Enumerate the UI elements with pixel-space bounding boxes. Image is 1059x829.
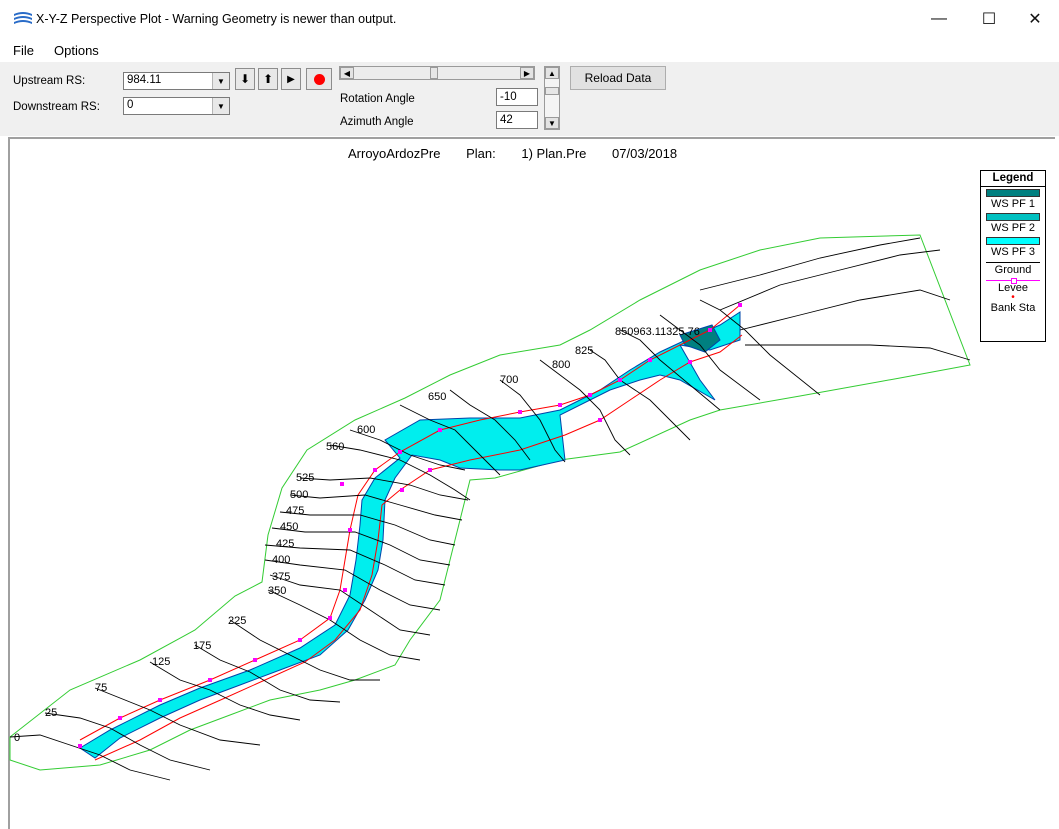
station-label: 500 <box>290 489 308 501</box>
legend-swatch-ws-pf1 <box>986 189 1040 197</box>
station-label: 225 <box>228 615 246 627</box>
legend-item: WS PF 1 <box>990 198 1035 210</box>
station-label: 0 <box>14 732 20 744</box>
legend: Legend WS PF 1 WS PF 2 WS PF 3 Ground Le… <box>980 170 1046 342</box>
legend-item: WS PF 2 <box>990 222 1035 234</box>
station-label: 475 <box>286 505 304 517</box>
legend-title: Legend <box>981 171 1045 187</box>
legend-item: Bank Sta <box>990 302 1036 314</box>
legend-item: Ground <box>994 264 1032 276</box>
water-surface <box>79 311 741 759</box>
station-label: 600 <box>357 424 375 436</box>
legend-item: WS PF 3 <box>990 246 1035 258</box>
model-boundary <box>9 234 971 771</box>
perspective-plot: 0 25 75 125 175 225 350 375 400 425 450 … <box>9 234 971 781</box>
station-label: 700 <box>500 374 518 386</box>
station-label: 850963.11325.76 <box>615 326 700 338</box>
ground-cross-sections <box>9 237 971 781</box>
station-label: 525 <box>296 472 314 484</box>
station-label: 650 <box>428 391 446 403</box>
station-labels: 0 25 75 125 175 225 350 375 400 425 450 … <box>14 326 700 744</box>
legend-swatch-ws-pf2 <box>986 213 1040 221</box>
station-label: 25 <box>45 707 57 719</box>
station-label: 375 <box>272 571 290 583</box>
station-label: 450 <box>280 521 298 533</box>
station-label: 350 <box>268 585 286 597</box>
station-label: 75 <box>95 682 107 694</box>
legend-swatch-levee <box>986 278 1040 284</box>
station-label: 800 <box>552 359 570 371</box>
station-label: 125 <box>152 656 170 668</box>
station-label: 825 <box>575 345 593 357</box>
station-label: 400 <box>272 554 290 566</box>
legend-swatch-ws-pf3 <box>986 237 1040 245</box>
station-label: 560 <box>326 441 344 453</box>
station-label: 175 <box>193 640 211 652</box>
station-label: 425 <box>276 538 294 550</box>
